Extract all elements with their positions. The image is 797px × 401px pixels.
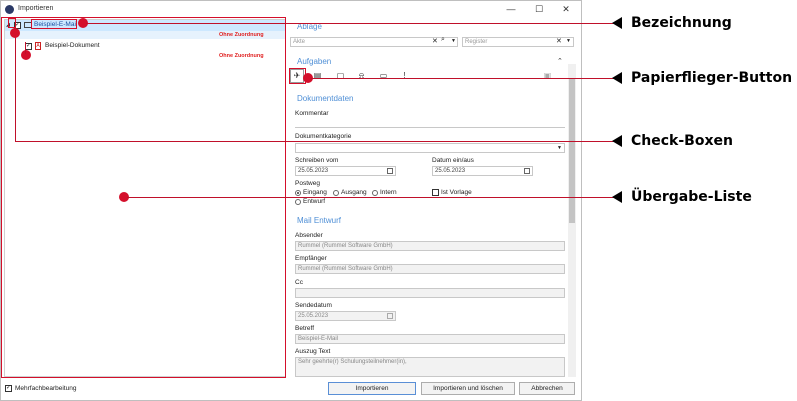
checkbox-highlight	[8, 18, 16, 28]
annotation-label: Übergabe-Liste	[631, 189, 752, 205]
radio-label: Ausgang	[341, 189, 367, 196]
dokumentkategorie-label: Dokumentkategorie	[295, 133, 352, 140]
absender-label: Absender	[295, 232, 323, 239]
minimize-button[interactable]: —	[501, 3, 521, 15]
label-highlight	[31, 19, 77, 29]
maximize-button[interactable]: ☐	[529, 3, 549, 15]
datum-field[interactable]: 25.05.2023	[432, 166, 533, 176]
annotation-label: Bezeichnung	[631, 15, 732, 31]
ist-vorlage-label: Ist Vorlage	[441, 189, 472, 196]
dokumentdaten-title: Dokumentdaten	[297, 94, 354, 103]
calendar-icon	[387, 313, 393, 319]
cc-field	[295, 288, 565, 298]
annotation-dot	[21, 50, 31, 60]
mehrfachbearbeitung-checkbox[interactable]: ✓	[5, 385, 12, 392]
kommentar-input[interactable]	[295, 127, 565, 128]
radio-label: Intern	[380, 189, 397, 196]
chevron-down-icon[interactable]: ▼	[566, 38, 571, 44]
calendar-icon[interactable]	[524, 168, 530, 174]
sendedatum-field: 25.05.2023	[295, 311, 396, 321]
auszug-field: Sehr geehrte(r) Schulungsteilnehmer(in),	[295, 357, 565, 377]
datum-label: Datum ein/aus	[432, 157, 474, 164]
annotation-line	[127, 197, 616, 198]
radio-entwurf[interactable]	[295, 199, 301, 205]
schreiben-vom-label: Schreiben vom	[295, 157, 339, 164]
chevron-down-icon[interactable]: ▼	[557, 145, 562, 151]
abbrechen-button[interactable]: Abbrechen	[519, 382, 575, 395]
radio-ausgang[interactable]	[333, 190, 339, 196]
betreff-field: Beispiel-E-Mail	[295, 334, 565, 344]
empfaenger-field: Rummel (Rummel Software GmbH)	[295, 264, 565, 274]
mehrfachbearbeitung-label: Mehrfachbearbeitung	[15, 385, 77, 392]
clear-icon[interactable]: ✕	[432, 37, 438, 45]
betreff-label: Betreff	[295, 325, 315, 332]
radio-label: Eingang	[303, 189, 327, 196]
collapse-icon[interactable]: ⌃	[557, 57, 563, 65]
annotation-line	[15, 141, 615, 142]
absender-field: Rummel (Rummel Software GmbH)	[295, 241, 565, 251]
annotation-arrow-icon	[612, 72, 622, 84]
schreiben-vom-field[interactable]: 25.05.2023	[295, 166, 396, 176]
search-icon[interactable]: ⌕	[441, 36, 445, 44]
radio-label: Entwurf	[303, 198, 326, 205]
annotation-arrow-icon	[612, 191, 622, 203]
kommentar-label: Kommentar	[295, 110, 329, 117]
radio-eingang[interactable]	[295, 190, 301, 196]
annotation-line	[86, 23, 616, 24]
mail-entwurf-title: Mail Entwurf	[297, 216, 342, 225]
annotation-dot	[10, 28, 20, 38]
annotation-label: Check-Boxen	[631, 133, 733, 149]
annotation-label: Papierflieger-Button	[631, 70, 793, 86]
empfaenger-label: Empfänger	[295, 255, 327, 262]
dokumentkategorie-select[interactable]	[295, 143, 565, 153]
window-title: Importieren	[18, 5, 54, 12]
cc-label: Cc	[295, 279, 303, 286]
ist-vorlage-checkbox[interactable]	[432, 189, 439, 196]
title-bar: Importieren — ☐ ✕	[1, 1, 581, 17]
clear-icon[interactable]: ✕	[556, 37, 562, 45]
radio-intern[interactable]	[372, 190, 378, 196]
annotation-line	[15, 28, 16, 141]
close-button[interactable]: ✕	[556, 3, 576, 15]
auszug-label: Auszug Text	[295, 348, 331, 355]
importieren-loeschen-button[interactable]: Importieren und löschen	[421, 382, 515, 395]
scrollbar-thumb[interactable]	[569, 78, 575, 223]
app-logo-icon	[5, 5, 14, 14]
annotation-line	[25, 42, 26, 54]
importieren-button[interactable]: Importieren	[328, 382, 416, 395]
chevron-down-icon[interactable]: ▼	[451, 38, 456, 44]
annotation-arrow-icon	[612, 17, 622, 29]
annotation-arrow-icon	[612, 135, 622, 147]
aufgaben-title: Aufgaben	[297, 57, 332, 66]
annotation-line	[311, 78, 616, 79]
sendedatum-label: Sendedatum	[295, 302, 332, 309]
postweg-label: Postweg	[295, 180, 320, 187]
calendar-icon[interactable]	[387, 168, 393, 174]
